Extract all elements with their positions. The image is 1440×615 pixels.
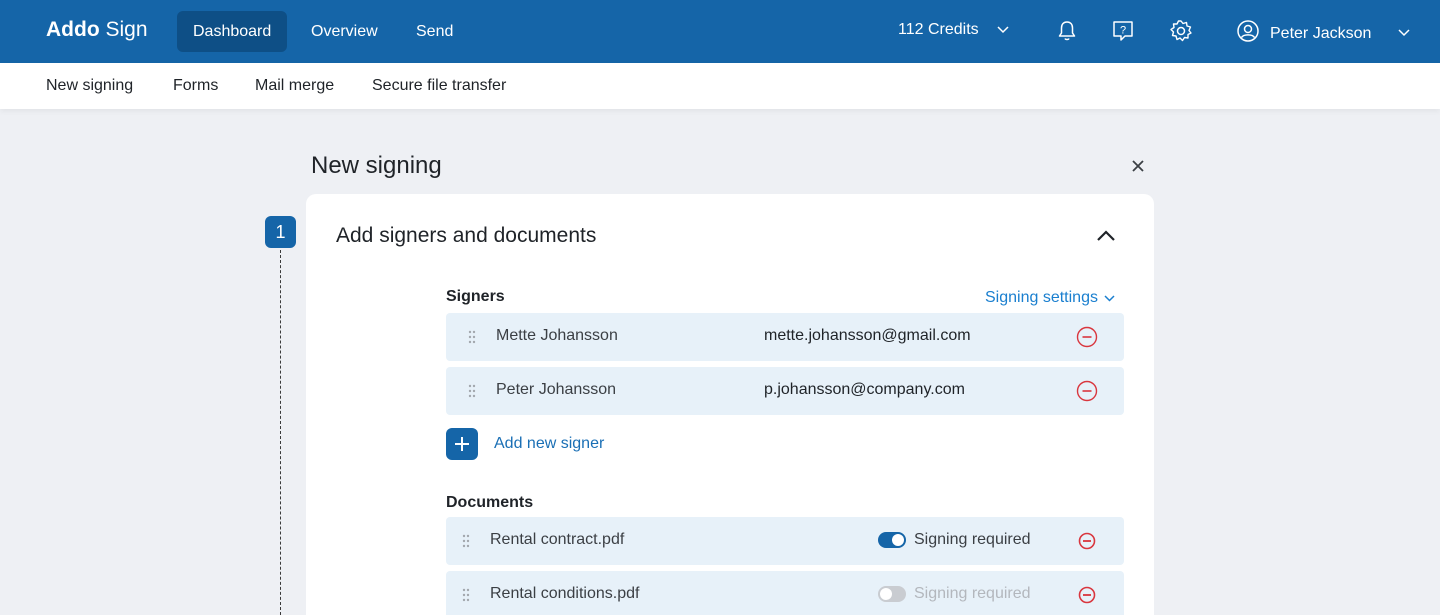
signer-email[interactable]: mette.johansson@gmail.com [764, 327, 971, 345]
remove-circle-icon[interactable] [1076, 380, 1098, 407]
remove-circle-icon[interactable] [1078, 532, 1096, 555]
page-title: New signing [311, 152, 442, 179]
add-signer-link[interactable]: Add new signer [494, 435, 604, 453]
logo-light: Sign [105, 18, 148, 41]
sub-nav: New signing Forms Mail merge Secure file… [0, 63, 1440, 109]
signing-settings-label: Signing settings [985, 289, 1098, 306]
subnav-mail-merge[interactable]: Mail merge [255, 77, 334, 95]
signers-label: Signers [446, 288, 505, 305]
user-menu[interactable]: Peter Jackson [1236, 19, 1371, 48]
nav-dashboard[interactable]: Dashboard [177, 11, 288, 52]
logo-bold: Addo [46, 18, 100, 41]
signer-email[interactable]: p.johansson@company.com [764, 381, 965, 399]
signing-settings-link[interactable]: Signing settings [985, 289, 1115, 307]
chevron-down-icon[interactable] [1398, 24, 1410, 42]
drag-handle-icon[interactable] [462, 534, 470, 553]
signing-required-toggle[interactable] [878, 532, 906, 548]
user-icon [1236, 19, 1260, 48]
document-row: Rental conditions.pdf Signing required [446, 571, 1124, 615]
svg-text:?: ? [1120, 25, 1126, 37]
drag-handle-icon[interactable] [462, 588, 470, 607]
step-connector-line [280, 250, 281, 615]
user-name: Peter Jackson [1270, 24, 1372, 42]
top-bar: Addo Sign Dashboard Overview Send 112 Cr… [0, 0, 1440, 63]
signer-row: Mette Johansson mette.johansson@gmail.co… [446, 313, 1124, 361]
drag-handle-icon[interactable] [468, 330, 476, 349]
document-name[interactable]: Rental contract.pdf [490, 531, 624, 549]
chevron-down-icon [997, 21, 1009, 39]
toggle-knob [892, 534, 904, 546]
signers-documents-card: Add signers and documents Signers Signin… [306, 194, 1154, 615]
chevron-down-icon [1104, 294, 1115, 302]
add-signer-button[interactable] [446, 428, 478, 460]
close-icon[interactable] [1128, 156, 1148, 176]
remove-circle-icon[interactable] [1078, 586, 1096, 609]
card-title: Add signers and documents [336, 224, 597, 247]
signing-required-toggle[interactable] [878, 586, 906, 602]
gear-icon[interactable] [1168, 18, 1194, 44]
document-name[interactable]: Rental conditions.pdf [490, 585, 639, 603]
documents-label: Documents [446, 494, 534, 511]
subnav-forms[interactable]: Forms [173, 77, 218, 95]
credits-label: 112 Credits [898, 21, 979, 38]
drag-handle-icon[interactable] [468, 384, 476, 403]
signing-required-label: Signing required [914, 585, 1031, 602]
remove-circle-icon[interactable] [1076, 326, 1098, 353]
bell-icon[interactable] [1054, 18, 1080, 44]
nav-overview[interactable]: Overview [295, 11, 394, 52]
plus-icon [455, 437, 469, 451]
signer-name[interactable]: Mette Johansson [496, 327, 618, 345]
nav-send[interactable]: Send [400, 11, 469, 52]
subnav-new-signing[interactable]: New signing [46, 77, 133, 95]
toggle-knob [880, 588, 892, 600]
signer-name[interactable]: Peter Johansson [496, 381, 616, 399]
document-row: Rental contract.pdf Signing required [446, 517, 1124, 565]
credits-dropdown[interactable]: 112 Credits [898, 21, 1009, 39]
signer-row: Peter Johansson p.johansson@company.com [446, 367, 1124, 415]
subnav-secure-file-transfer[interactable]: Secure file transfer [372, 77, 506, 95]
step-number-badge: 1 [265, 216, 296, 248]
signing-required-label: Signing required [914, 531, 1031, 548]
chevron-up-icon[interactable] [1094, 224, 1118, 248]
app-logo[interactable]: Addo Sign [46, 18, 148, 42]
help-icon[interactable]: ? [1110, 18, 1136, 44]
